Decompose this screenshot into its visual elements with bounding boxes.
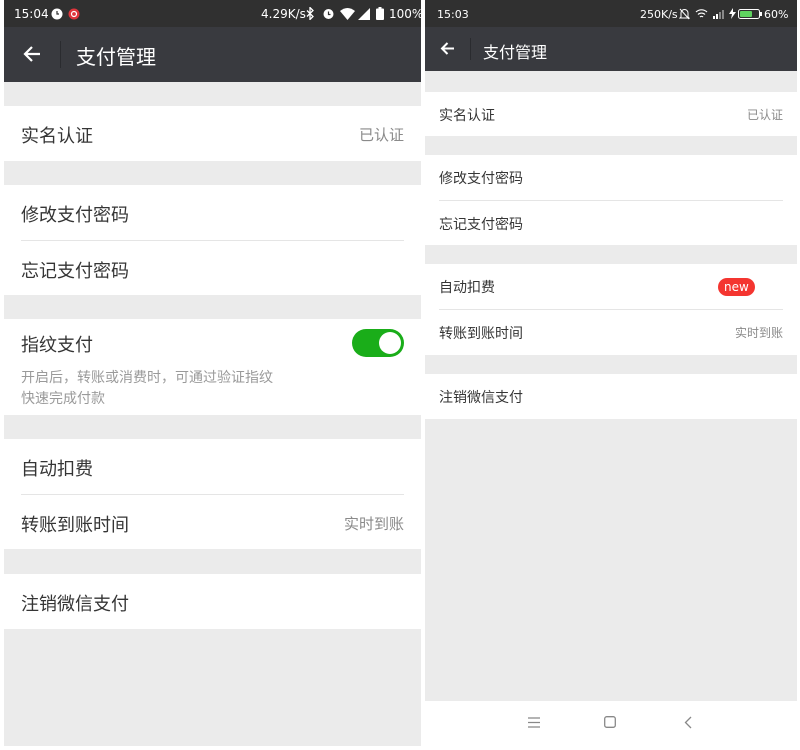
- alarm-icon: [322, 7, 335, 20]
- right-phone-screen: 15:03 250K/s 60% 支付管理 实名认证 已认证 修改支付密码 忘记…: [425, 0, 797, 746]
- system-navbar: [425, 701, 797, 746]
- wifi-icon: [340, 8, 355, 20]
- clock-icon: [51, 8, 63, 20]
- signal-icon: [713, 9, 725, 19]
- network-speed: 250K/s: [640, 8, 678, 21]
- row-label: 实名认证: [439, 108, 495, 124]
- billing-group: 自动扣费 转账到账时间 实时到账: [4, 439, 421, 549]
- password-group: 修改支付密码 忘记支付密码: [4, 185, 421, 295]
- new-badge: new: [718, 278, 755, 296]
- row-real-name[interactable]: 实名认证 已认证: [4, 106, 421, 161]
- row-label: 修改支付密码: [21, 205, 129, 226]
- fingerprint-description-line1: 开启后，转账或消费时，可通过验证指纹: [21, 370, 273, 386]
- row-label: 转账到账时间: [21, 515, 129, 536]
- row-fingerprint-pay: 指纹支付 开启后，转账或消费时，可通过验证指纹 快速完成付款: [4, 319, 421, 415]
- password-group: 修改支付密码 忘记支付密码: [425, 155, 797, 245]
- page-title: 支付管理: [483, 43, 548, 62]
- left-phone-screen: 15:04 4.29K/s 100% 支付管理 实名认证 已认证 修改支付密码 …: [4, 0, 421, 746]
- row-label: 转账到账时间: [439, 326, 523, 342]
- battery-percent: 60%: [764, 8, 789, 21]
- toolbar-divider: [470, 38, 471, 60]
- row-auto-deduct[interactable]: 自动扣费: [4, 439, 421, 494]
- fingerprint-toggle[interactable]: [352, 329, 404, 357]
- toggle-knob: [379, 332, 401, 354]
- mute-icon: [679, 8, 690, 20]
- transfer-time-value: 实时到账: [343, 515, 404, 533]
- row-transfer-time[interactable]: 转账到账时间 实时到账: [4, 495, 421, 549]
- transfer-time-value: 实时到账: [734, 326, 783, 340]
- row-cancel-wechat-pay[interactable]: 注销微信支付: [4, 574, 421, 629]
- bluetooth-icon: [305, 7, 315, 20]
- menu-icon[interactable]: [528, 717, 540, 728]
- battery-icon: [738, 9, 762, 19]
- row-real-name[interactable]: 实名认证 已认证: [425, 92, 797, 136]
- row-label: 忘记支付密码: [21, 261, 129, 282]
- row-label: 修改支付密码: [439, 171, 523, 187]
- signal-icon: [358, 8, 370, 20]
- status-time: 15:04: [14, 7, 49, 21]
- charging-icon: [729, 8, 736, 19]
- row-label: 指纹支付: [21, 335, 93, 356]
- home-icon[interactable]: [604, 716, 616, 728]
- row-label: 注销微信支付: [21, 594, 129, 615]
- back-icon[interactable]: [684, 716, 692, 729]
- page-title: 支付管理: [76, 45, 156, 69]
- status-time: 15:03: [437, 8, 469, 21]
- status-bar: 15:03 250K/s 60%: [425, 0, 797, 27]
- netease-music-icon: [68, 8, 80, 20]
- fingerprint-description-line2: 快速完成付款: [21, 391, 105, 407]
- row-auto-deduct[interactable]: 自动扣费 new: [425, 264, 797, 309]
- verified-status: 已认证: [746, 108, 783, 122]
- status-bar: 15:04 4.29K/s 100%: [4, 0, 421, 27]
- battery-percent: 100%: [389, 7, 421, 21]
- row-label: 自动扣费: [21, 459, 93, 480]
- row-label: 注销微信支付: [439, 390, 523, 406]
- row-forgot-password[interactable]: 忘记支付密码: [4, 241, 421, 295]
- verified-status: 已认证: [358, 126, 404, 144]
- row-change-password[interactable]: 修改支付密码: [4, 185, 421, 240]
- network-speed: 4.29K/s: [261, 7, 306, 21]
- wifi-icon: [695, 8, 708, 19]
- back-arrow-icon[interactable]: [439, 40, 456, 57]
- row-cancel-wechat-pay[interactable]: 注销微信支付: [425, 374, 797, 419]
- row-forgot-password[interactable]: 忘记支付密码: [425, 201, 797, 245]
- row-change-password[interactable]: 修改支付密码: [425, 155, 797, 200]
- row-label: 忘记支付密码: [439, 217, 523, 233]
- billing-group: 自动扣费 new 转账到账时间 实时到账: [425, 264, 797, 355]
- battery-icon: [376, 7, 384, 20]
- row-transfer-time[interactable]: 转账到账时间 实时到账: [425, 310, 797, 355]
- row-label: 实名认证: [21, 126, 93, 147]
- back-arrow-icon[interactable]: [22, 44, 42, 64]
- row-label: 自动扣费: [439, 280, 495, 296]
- toolbar: 支付管理: [4, 27, 421, 82]
- toolbar-divider: [60, 41, 61, 68]
- toolbar: 支付管理: [425, 27, 797, 71]
